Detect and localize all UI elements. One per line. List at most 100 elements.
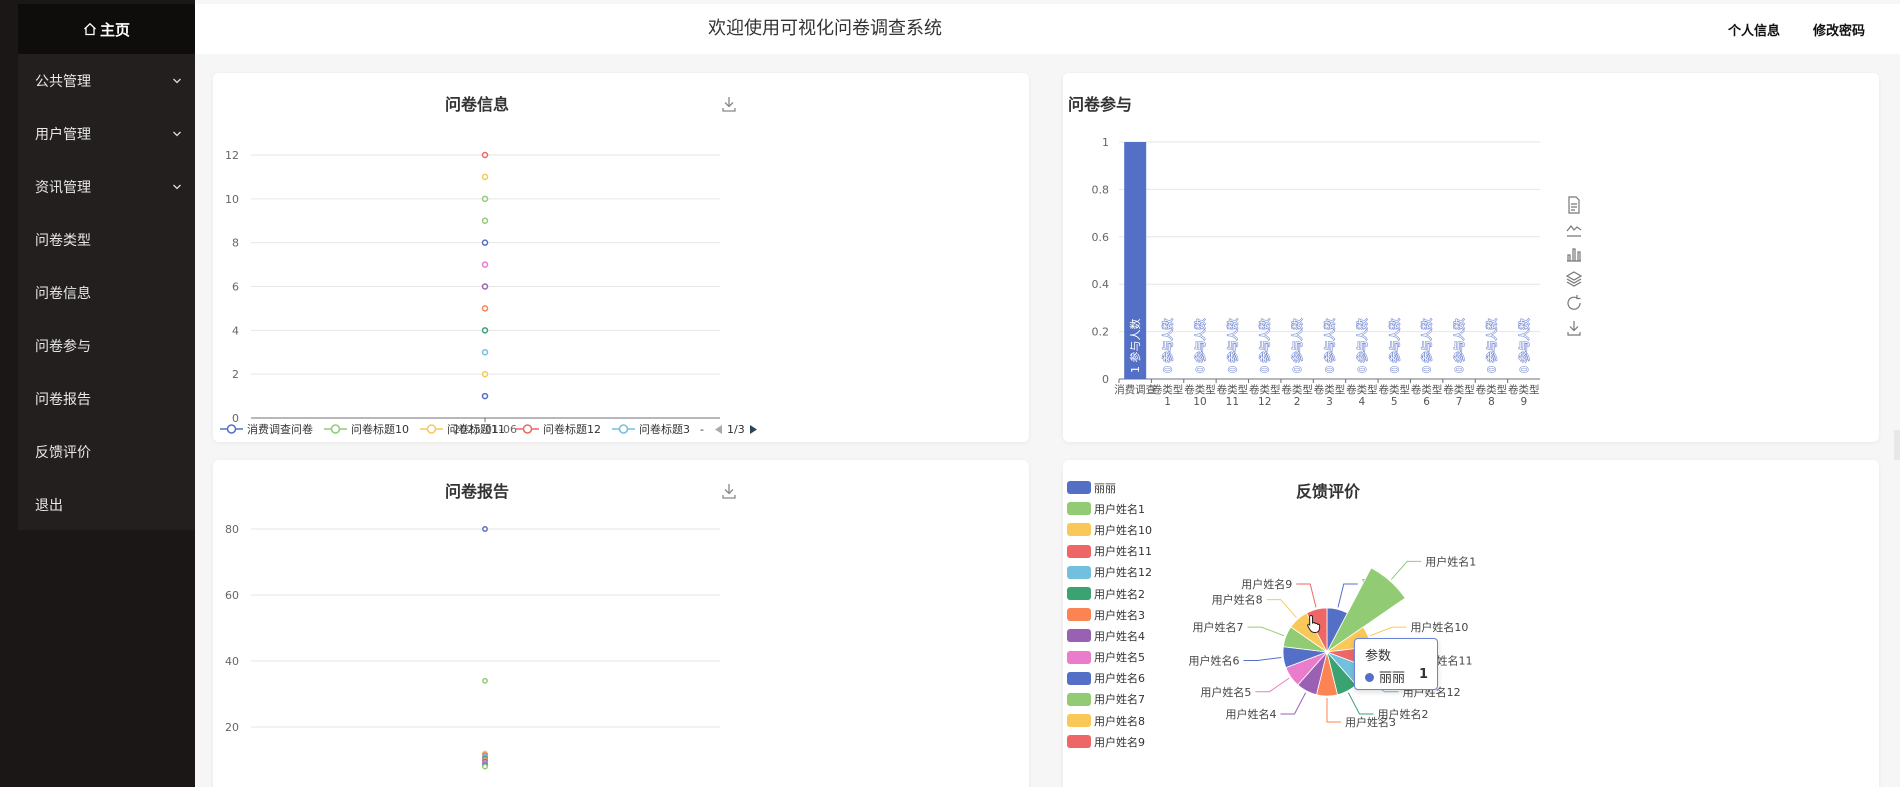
sidebar-item-6[interactable]: 问卷报告 [18,372,195,425]
y-tick-label: 6 [232,281,239,294]
legend-item[interactable]: 问卷标题3 [611,421,690,437]
x-tick-label: 卷类型 [1281,383,1313,396]
sidebar-item-label: 退出 [35,497,63,514]
legend-item[interactable]: 消费调查问卷 [219,421,313,437]
legend-pager: 1/3 [714,423,758,436]
data-point [481,349,489,356]
bar-data-label: 0 参与人数 [1290,319,1304,374]
bar-data-label: 0 参与人数 [1484,319,1498,374]
data-point [481,195,489,203]
bar-data-label: 0 参与人数 [1323,319,1337,374]
profile-link[interactable]: 个人信息 [1728,20,1780,39]
legend-page-label: 1/3 [726,422,745,436]
x-tick-label: 8 [1488,396,1495,408]
x-tick-label: 卷类型 [1217,383,1249,396]
bar-data-label: 0 参与人数 [1517,319,1531,374]
data-point [481,305,489,312]
sidebar-item-label: 用户管理 [35,126,91,143]
pie-tooltip: 参数 丽丽 1 [1354,638,1438,690]
download-icon[interactable] [720,95,738,113]
y-tick-label: 8 [232,237,239,250]
sidebar-item-label: 问卷报告 [35,391,91,408]
data-point [481,173,489,181]
top-header: 欢迎使用可视化问卷调查系统 个人信息 修改密码 [195,4,1900,54]
sidebar-menu: 公共管理用户管理资讯管理问卷类型问卷信息问卷参与问卷报告反馈评价退出 [18,54,195,530]
sidebar-item-label: 问卷信息 [35,285,91,302]
legend-marker-icon [516,424,539,434]
toolbox-stack-icon[interactable] [1565,270,1583,288]
pie-slice-label: 用户姓名10 [1410,620,1468,634]
data-point [481,283,489,290]
sidebar-item-label: 公共管理 [35,73,91,90]
pie-label-line [1243,657,1282,661]
sidebar-item-label: 问卷类型 [35,232,91,249]
pie-label-line [1347,692,1374,715]
data-point [482,677,488,684]
pie-label-line [1390,560,1422,580]
chevron-down-icon [173,184,181,190]
pie-slice-label: 用户姓名6 [1189,653,1240,667]
panel-feedback: 反馈评价 丽丽 用户姓名1 用户姓名10 用户姓名11 用户姓名12 用户姓名2 用户姓名3… [1063,460,1879,787]
pie-slice-label: 用户姓名5 [1200,685,1251,699]
bar-data-label: 0 参与人数 [1258,319,1272,374]
pager-prev-icon[interactable] [714,424,723,435]
sidebar-item-1[interactable]: 用户管理 [18,107,195,160]
pie-slice-label: 用户姓名8 [1212,593,1263,607]
tooltip-name: 丽丽 [1379,671,1406,686]
sidebar-item-3[interactable]: 问卷类型 [18,213,195,266]
toolbox-save-icon[interactable] [1565,319,1583,337]
sidebar-item-4[interactable]: 问卷信息 [18,266,195,319]
sidebar-item-5[interactable]: 问卷参与 [18,319,195,372]
x-tick-label: 卷类型 [1411,383,1443,396]
bar-data-label: 1 参与人数 [1128,319,1142,374]
x-tick-label: 消费调查 [1114,383,1156,396]
bar-data-label: 0 参与人数 [1225,319,1239,374]
home-link[interactable]: 主页 [18,4,195,54]
y-tick-label: 0.6 [1092,231,1110,244]
x-tick-label: 1 [1164,396,1171,408]
panel-participation: 问卷参与 0 0.2 0.4 0.6 0.8 1 1 参与人数 消费调查 0 参与人数 卷类型 1 0… [1063,73,1879,442]
x-tick-label: 卷类型 [1346,383,1378,396]
sidebar-item-8[interactable]: 退出 [18,478,195,531]
survey-info-legend: 消费调查问卷 问卷标题10 问卷标题11 问卷标题12 问卷标题3- 1/3 [219,422,758,436]
toolbox-restore-icon[interactable] [1565,294,1583,312]
y-tick-label: 40 [225,655,239,668]
pie-slice-label: 用户姓名1 [1425,554,1476,568]
bar-data-label: 0 参与人数 [1355,319,1369,374]
tooltip-marker [1365,673,1374,682]
toolbox-data-view-icon[interactable] [1565,196,1583,214]
x-tick-label: 7 [1456,396,1463,408]
sidebar-item-2[interactable]: 资讯管理 [18,160,195,213]
legend-item[interactable]: 问卷标题12 [515,421,601,437]
data-point [481,327,489,334]
survey-report-chart: 20 40 60 80 [225,523,720,770]
survey-info-chart: 0246810122025-01-06 [225,149,720,433]
pie-slice-label: 用户姓名7 [1193,620,1244,634]
data-point [481,151,489,159]
legend-item[interactable]: 问卷标题10 [323,421,409,437]
toolbox-line-icon[interactable] [1565,221,1583,239]
x-tick-label: 4 [1359,396,1366,408]
legend-marker-icon [324,424,347,434]
legend-label: 问卷标题11 [447,423,505,436]
bar-data-label: 0 参与人数 [1420,319,1434,374]
data-point [481,370,489,378]
x-tick-label: 10 [1193,396,1206,408]
legend-label: 问卷标题3 [639,423,690,436]
x-tick-label: 5 [1391,396,1398,408]
legend-item[interactable]: 问卷标题11 [419,421,505,437]
toolbox-bar-icon[interactable] [1565,245,1583,263]
pager-next-icon[interactable] [749,424,758,435]
legend-marker-icon [612,424,635,434]
bar-data-label: 0 参与人数 [1161,319,1175,374]
y-tick-label: 1 [1102,136,1109,149]
chart-toolbox [1565,196,1583,344]
y-tick-label: 0.4 [1092,278,1110,291]
y-tick-label: 12 [225,149,239,162]
y-tick-label: 0.8 [1092,183,1110,196]
sidebar-item-0[interactable]: 公共管理 [18,54,195,107]
sidebar-item-7[interactable]: 反馈评价 [18,425,195,478]
change-password-link[interactable]: 修改密码 [1813,20,1865,39]
page-scrollbar[interactable] [1894,430,1900,460]
pie-slice-label: 用户姓名3 [1345,715,1396,729]
